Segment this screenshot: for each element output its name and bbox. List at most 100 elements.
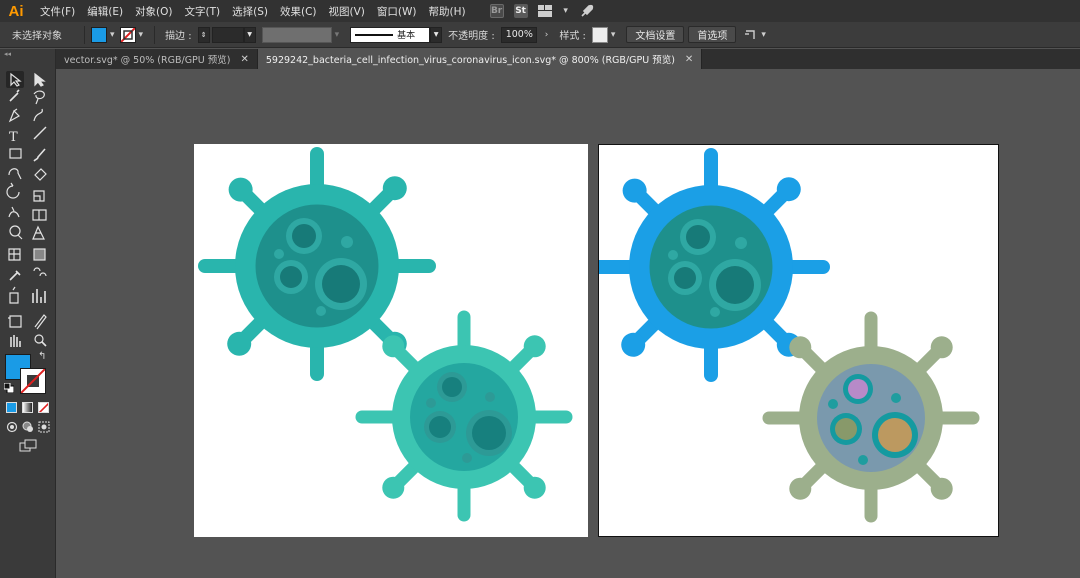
artboard-tool-icon [8, 315, 22, 328]
collapse-icon[interactable]: ◂◂ [0, 49, 55, 59]
fill-swatch[interactable] [91, 26, 107, 43]
hand-tool-icon [10, 335, 21, 347]
stroke-swatch[interactable] [119, 26, 136, 43]
slice-tool-icon [34, 314, 47, 330]
menu-edit[interactable]: 编辑(E) [81, 4, 129, 19]
rotate-tool-icon [6, 182, 20, 199]
menu-help[interactable]: 帮助(H) [423, 4, 472, 19]
variable-width-profile[interactable] [261, 26, 332, 43]
tab-label: 5929242_bacteria_cell_infection_virus_co… [265, 55, 675, 66]
chevron-down-icon[interactable]: ▾ [611, 30, 616, 40]
stock-icon[interactable]: St [513, 4, 528, 18]
eyedropper-tool-icon [9, 270, 21, 281]
default-fill-stroke-icon[interactable] [3, 382, 15, 394]
menu-type[interactable]: 文字(T) [179, 4, 227, 19]
virus-organelle [858, 455, 868, 465]
menu-window[interactable]: 窗口(W) [371, 4, 423, 19]
app-logo: Ai [8, 2, 24, 20]
tab-vector-svg[interactable]: vector.svg* @ 50% (RGB/GPU 预览) ✕ [56, 49, 258, 69]
virus-organelle [462, 453, 472, 463]
menu-object[interactable]: 对象(O) [129, 4, 178, 19]
selection-tool-highlight [6, 71, 24, 88]
virus-spike-knob [382, 335, 405, 358]
zoom-tool-icon [34, 334, 44, 344]
virus-sage-small [762, 311, 980, 523]
virus-illustration-teal [198, 147, 573, 522]
stroke-weight-input[interactable] [211, 26, 244, 43]
virus-organelle [716, 266, 754, 304]
menu-view[interactable]: 视图(V) [323, 4, 371, 19]
virus-organelle [485, 392, 495, 402]
virus-organelle [292, 224, 316, 248]
chevron-down-icon[interactable]: ▾ [110, 30, 115, 40]
draw-inside-icon[interactable] [38, 421, 50, 433]
column-graph-tool-icon [32, 289, 46, 303]
mesh-tool-icon [8, 248, 21, 261]
arrange-documents-icon[interactable] [744, 28, 758, 42]
rocket-icon[interactable] [580, 4, 594, 18]
workspace-layout-icon[interactable] [537, 4, 552, 18]
gradient-mode-button[interactable] [22, 402, 33, 413]
tab-coronavirus-icon-svg[interactable]: 5929242_bacteria_cell_infection_virus_co… [257, 49, 703, 69]
menu-file[interactable]: 文件(F) [34, 4, 81, 19]
swap-fill-stroke-icon[interactable]: ↰ [38, 351, 46, 362]
style-label: 样式 : [559, 31, 586, 42]
virus-organelle [341, 236, 353, 248]
virus-spike-knob [228, 177, 253, 202]
line-tool-icon [33, 126, 47, 140]
document-setup-button[interactable]: 文档设置 [626, 26, 685, 43]
lasso-icon [33, 90, 45, 105]
chevron-down-icon[interactable]: ▾ [562, 4, 570, 18]
virus-organelle [429, 416, 451, 438]
virus-organelle [674, 267, 696, 289]
stroke-weight-dropdown[interactable]: ▾ [243, 26, 256, 43]
menu-select[interactable]: 选择(S) [226, 4, 274, 19]
virus-organelle [316, 306, 326, 316]
opacity-input[interactable]: 100% [500, 26, 537, 43]
menu-bar: Ai 文件(F) 编辑(E) 对象(O) 文字(T) 选择(S) 效果(C) 视… [0, 0, 1080, 22]
draw-behind-icon[interactable] [22, 421, 34, 433]
chevron-down-icon[interactable]: ▾ [139, 30, 144, 40]
menu-effect[interactable]: 效果(C) [274, 4, 323, 19]
stroke-weight-stepper[interactable]: ⇕ [197, 26, 210, 43]
direct-selection-tool-icon [34, 72, 46, 87]
virus-spike-knob [382, 476, 405, 499]
brush-dropdown[interactable]: ▾ [430, 26, 443, 43]
screen-mode-icon[interactable] [19, 439, 37, 453]
virus-organelle [710, 307, 720, 317]
close-icon[interactable]: ✕ [240, 54, 248, 65]
artboard-right[interactable] [592, 144, 999, 537]
document-tabs: vector.svg* @ 50% (RGB/GPU 预览) ✕ 5929242… [56, 49, 1080, 69]
none-mode-button[interactable] [38, 402, 49, 413]
canvas[interactable] [56, 69, 1080, 578]
virus-spike-knob [382, 176, 407, 201]
virus-spike-knob [622, 178, 647, 203]
tools-panel: ◂◂ T ↰ [0, 49, 56, 578]
curvature-tool-icon [33, 108, 43, 122]
virus-spike-knob [621, 332, 646, 357]
draw-normal-icon[interactable] [6, 421, 18, 433]
virus-organelle [848, 379, 868, 399]
virus-organelle [891, 393, 901, 403]
virus-organelle [426, 398, 436, 408]
stroke-color-swatch[interactable] [20, 368, 46, 394]
close-icon[interactable]: ✕ [685, 54, 693, 65]
perspective-grid-tool-icon [32, 225, 45, 240]
virus-spike-knob [930, 336, 953, 359]
artboard-left[interactable] [194, 144, 588, 537]
brush-label: 基本 [397, 31, 416, 41]
chevron-down-icon[interactable]: ▾ [761, 30, 766, 40]
type-tool-icon: T [9, 130, 18, 145]
bridge-icon[interactable]: Br [489, 4, 504, 18]
virus-organelle [686, 225, 710, 249]
preferences-button[interactable]: 首选项 [688, 26, 737, 43]
chevron-down-icon[interactable]: ▾ [335, 30, 340, 40]
virus-spike-knob [789, 336, 812, 359]
color-mode-button[interactable] [6, 402, 17, 413]
brush-definition[interactable]: 基本 [350, 26, 431, 43]
graphic-style-swatch[interactable] [591, 26, 608, 43]
symbol-sprayer-tool-icon [9, 286, 19, 304]
virus-organelle [322, 265, 360, 303]
chevron-right-icon[interactable]: › [545, 30, 549, 40]
pen-tool-icon [8, 108, 20, 123]
